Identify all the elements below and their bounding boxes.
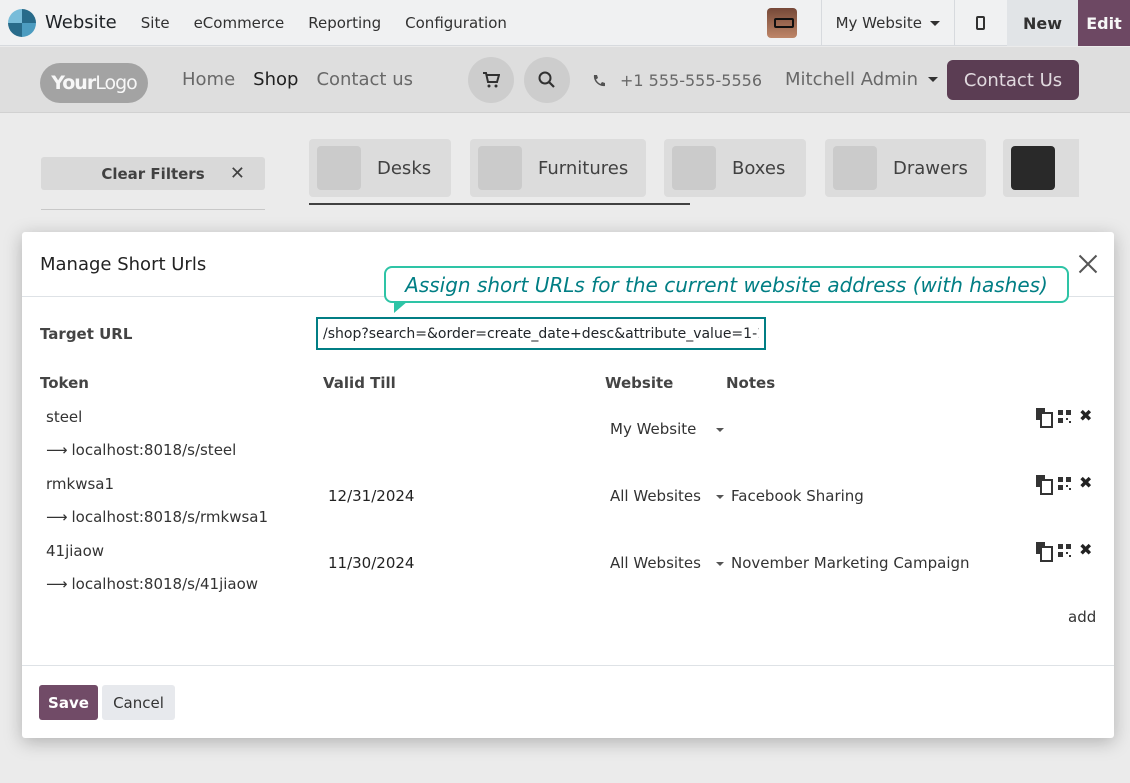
short-url-link[interactable]: ⟶ localhost:8018/s/rmkwsa1: [46, 508, 268, 526]
arrow-right-icon: ⟶: [46, 441, 68, 459]
short-url-text: localhost:8018/s/steel: [71, 441, 237, 459]
short-url-text: localhost:8018/s/rmkwsa1: [71, 508, 269, 526]
token-cell[interactable]: 41jiaow: [46, 542, 104, 560]
qr-code-icon[interactable]: [1058, 409, 1071, 423]
row-actions: ✖: [1036, 542, 1092, 562]
website-select-value: All Websites: [610, 487, 701, 505]
website-select[interactable]: My Website: [610, 420, 724, 438]
caret-down-icon: [716, 428, 724, 432]
dialog-footer: Save Cancel: [22, 665, 1114, 738]
delete-icon[interactable]: ✖: [1079, 475, 1092, 491]
short-url-link[interactable]: ⟶ localhost:8018/s/41jiaow: [46, 575, 258, 593]
notes-cell[interactable]: Facebook Sharing: [731, 487, 864, 505]
row-actions: ✖: [1036, 475, 1092, 495]
target-url-input[interactable]: [316, 317, 766, 350]
website-select-value: All Websites: [610, 554, 701, 572]
dialog-title: Manage Short Urls: [40, 254, 207, 275]
target-url-label: Target URL: [40, 325, 133, 343]
valid-till-cell[interactable]: 12/31/2024: [328, 487, 414, 505]
short-url-text: localhost:8018/s/41jiaow: [71, 575, 259, 593]
token-cell[interactable]: rmkwsa1: [46, 475, 114, 493]
notes-cell[interactable]: November Marketing Campaign: [731, 554, 970, 572]
caret-down-icon: [716, 495, 724, 499]
arrow-right-icon: ⟶: [46, 575, 68, 593]
website-select-value: My Website: [610, 420, 697, 438]
column-valid-till: Valid Till: [323, 374, 396, 392]
copy-icon[interactable]: [1036, 408, 1053, 428]
caret-down-icon: [716, 562, 724, 566]
copy-icon[interactable]: [1036, 475, 1053, 495]
website-select[interactable]: All Websites: [610, 554, 724, 572]
row-actions: ✖: [1036, 408, 1092, 428]
delete-icon[interactable]: ✖: [1079, 408, 1092, 424]
column-notes: Notes: [726, 374, 776, 392]
manage-short-urls-dialog: Manage Short Urls Assign short URLs for …: [22, 232, 1114, 738]
cancel-button[interactable]: Cancel: [102, 685, 175, 720]
close-icon[interactable]: [1078, 254, 1098, 274]
add-short-url-link[interactable]: add: [1068, 608, 1096, 626]
column-token: Token: [40, 374, 89, 392]
short-url-link[interactable]: ⟶ localhost:8018/s/steel: [46, 441, 236, 459]
valid-till-cell[interactable]: 11/30/2024: [328, 554, 414, 572]
copy-icon[interactable]: [1036, 542, 1053, 562]
website-select[interactable]: All Websites: [610, 487, 724, 505]
qr-code-icon[interactable]: [1058, 476, 1071, 490]
token-cell[interactable]: steel: [46, 408, 82, 426]
delete-icon[interactable]: ✖: [1079, 542, 1092, 558]
column-website: Website: [605, 374, 674, 392]
assign-short-urls-tooltip: Assign short URLs for the current websit…: [384, 266, 1069, 313]
qr-code-icon[interactable]: [1058, 543, 1071, 557]
arrow-right-icon: ⟶: [46, 508, 68, 526]
save-button[interactable]: Save: [39, 685, 98, 720]
